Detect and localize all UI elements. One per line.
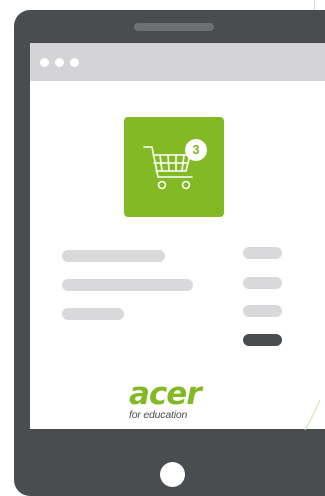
home-button[interactable] (160, 462, 185, 487)
placeholder-pill-3 (243, 305, 282, 317)
placeholder-pill-2 (243, 277, 282, 289)
placeholder-button[interactable] (243, 334, 282, 346)
placeholder-line-2 (62, 279, 193, 291)
placeholder-line-3 (62, 308, 124, 320)
placeholder-line-1 (62, 250, 165, 262)
logo-tagline: for education (129, 409, 188, 421)
acer-logo: acer for education (129, 376, 229, 422)
illustration: 3 acer for education (0, 0, 325, 496)
tablet-screen: 3 acer for education (30, 43, 325, 429)
tablet-device: 3 acer for education (14, 10, 325, 496)
browser-bar (30, 43, 325, 81)
window-dot-3 (70, 58, 79, 67)
cart-count-badge: 3 (185, 139, 207, 161)
logo-wordmark: acer (129, 376, 202, 412)
window-dot-1 (40, 58, 49, 67)
cart-tile[interactable]: 3 (124, 117, 224, 217)
tablet-speaker (134, 23, 214, 31)
placeholder-pill-1 (243, 247, 282, 259)
window-dot-2 (55, 58, 64, 67)
